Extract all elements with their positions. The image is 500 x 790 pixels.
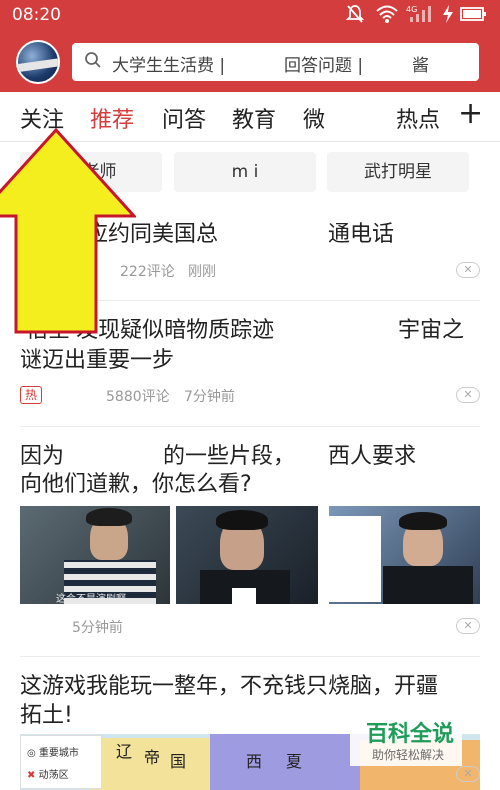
publish-time: 5分钟前	[72, 620, 123, 636]
divider	[20, 426, 480, 427]
publish-time: 7分钟前	[184, 389, 235, 405]
comment-count: 5880评论	[106, 389, 170, 405]
dismiss-button[interactable]: ✕	[456, 387, 480, 403]
search-input[interactable]: 大学生生活费 | 回答问题 | 酱	[72, 43, 479, 81]
dismiss-button[interactable]: ✕	[456, 766, 480, 782]
map-label: 辽	[116, 742, 133, 761]
wifi-icon	[376, 4, 398, 29]
tab-qa[interactable]: 问答	[162, 102, 206, 134]
news-title-cont: 的一些片段，	[163, 444, 296, 469]
dismiss-button[interactable]: ✕	[456, 618, 480, 634]
map-label: 夏	[286, 752, 303, 771]
search-suggestion-2: 回答问题 |	[284, 56, 364, 76]
dismiss-button[interactable]: ✕	[456, 262, 480, 278]
news-title-cont: 宇宙之	[398, 318, 465, 343]
search-suggestion-3: 酱	[412, 56, 429, 76]
charging-icon	[442, 4, 454, 29]
news-thumbnail[interactable]	[176, 506, 318, 604]
chip-item[interactable]: 武打明星	[327, 152, 469, 192]
search-icon	[84, 51, 102, 69]
search-suggestion-1: 大学生生活费 |	[112, 56, 226, 76]
watermark-title: 百科全说	[366, 722, 455, 747]
news-title-line2: 向他们道歉，你怎么看?	[20, 472, 252, 497]
news-thumbnail[interactable]	[329, 506, 480, 604]
app-header: 大学生生活费 | 回答问题 | 酱	[0, 32, 500, 92]
mute-icon	[345, 4, 365, 29]
map-legend: ◎ 重要城市 ✖ 动荡区	[20, 735, 102, 789]
pointer-arrow-icon	[0, 128, 136, 334]
news-thumbnail[interactable]: 这会不是演剧啊	[20, 506, 170, 604]
news-title-line2: 谜迈出重要一步	[20, 348, 175, 373]
clock: 08:20	[12, 5, 61, 25]
add-channel-button[interactable]: +	[458, 96, 483, 131]
chip-item[interactable]: m i	[174, 152, 316, 192]
news-title: 因为	[20, 444, 65, 469]
map-label: 西	[246, 752, 263, 771]
tab-education[interactable]: 教育	[232, 102, 276, 134]
divider	[20, 656, 480, 657]
map-label: 国	[170, 752, 187, 771]
legend-item: ◎ 重要城市	[27, 748, 79, 759]
thumbnail-caption: 这会不是演剧啊	[56, 594, 126, 604]
ad-title-line2: 拓土!	[20, 703, 73, 728]
legend-item: ✖ 动荡区	[27, 770, 69, 781]
watermark-logo: 百科全说 助你轻松解决	[350, 716, 462, 766]
tab-hot[interactable]: 热点	[396, 102, 440, 134]
publish-time: 刚刚	[188, 264, 216, 280]
status-bar: 08:20 4G	[0, 0, 500, 32]
tab-wei[interactable]: 微	[303, 102, 325, 134]
hot-badge: 热	[20, 386, 42, 404]
news-title-cont: 通电话	[328, 222, 395, 247]
watermark-subtitle: 助你轻松解决	[372, 748, 445, 762]
battery-icon	[460, 4, 488, 29]
ad-title: 这游戏我能玩一整年，不充钱只烧脑，开疆	[20, 674, 439, 699]
news-title-cont: 西人要求	[328, 444, 417, 469]
signal-icon	[408, 4, 434, 29]
map-label: 帝	[144, 748, 161, 767]
avatar[interactable]	[16, 40, 60, 84]
